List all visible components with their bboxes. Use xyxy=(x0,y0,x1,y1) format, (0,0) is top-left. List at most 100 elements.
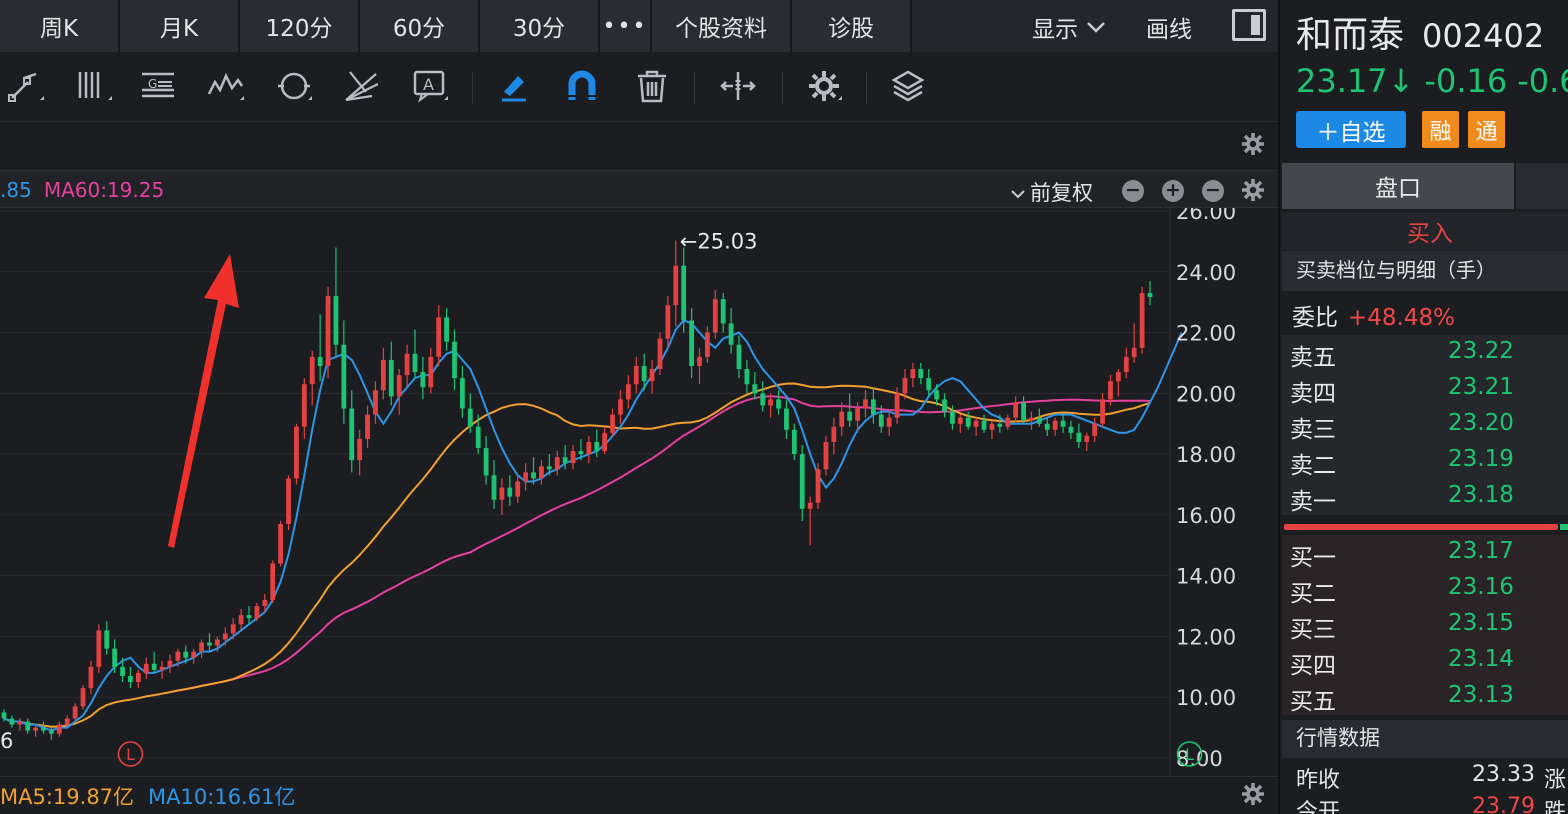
candle-body xyxy=(1147,293,1153,298)
svg-text:G: G xyxy=(148,77,157,91)
wave-icon[interactable] xyxy=(206,66,246,106)
candle-body xyxy=(926,378,932,391)
eraser-icon[interactable] xyxy=(494,66,534,106)
bid-price: 23.16 xyxy=(1448,574,1514,600)
stock-connect-badge[interactable]: 通 xyxy=(1468,111,1505,148)
candle-body xyxy=(554,457,560,470)
candle-body xyxy=(894,393,900,418)
candle-body xyxy=(507,487,513,497)
gear-icon[interactable] xyxy=(1240,131,1266,157)
tab-stock-info[interactable]: 个股资料 xyxy=(652,0,792,52)
tab-60min[interactable]: 60分 xyxy=(360,0,480,52)
ma20-value: .85 xyxy=(0,178,32,202)
limit-down-label: 跌 xyxy=(1544,800,1567,814)
display-menu[interactable]: 显示 xyxy=(1032,10,1106,44)
remove-indicator-icon[interactable]: − xyxy=(1202,180,1224,202)
candle-body xyxy=(475,426,481,449)
candle-body xyxy=(697,356,702,366)
candle-body xyxy=(333,296,339,345)
settings-icon[interactable] xyxy=(804,66,844,106)
add-watchlist-button[interactable]: ＋自选 xyxy=(1296,111,1406,148)
bid-price: 23.17 xyxy=(1448,538,1514,564)
bid-label: 买二 xyxy=(1290,581,1336,607)
stock-name: 和而泰 xyxy=(1296,15,1405,56)
candle-body xyxy=(112,648,118,667)
candle-body xyxy=(902,378,908,394)
layout-toggle-icon[interactable] xyxy=(1232,9,1266,41)
ma-values: .85 MA60:19.25 xyxy=(0,178,164,202)
move-icon[interactable] xyxy=(718,66,758,106)
candle-body xyxy=(183,651,189,658)
bid-price: 23.15 xyxy=(1448,610,1514,636)
gear-icon[interactable] xyxy=(1240,177,1266,203)
trash-icon[interactable] xyxy=(632,66,672,106)
buy-button[interactable]: 买入 xyxy=(1282,212,1568,250)
tab-order-book[interactable]: 盘口 xyxy=(1282,163,1514,209)
limit-up-label: 涨 xyxy=(1544,768,1567,793)
text-annotation-icon[interactable]: A xyxy=(410,66,450,106)
candle-body xyxy=(88,666,94,689)
stock-title: 和而泰 002402 xyxy=(1296,6,1544,58)
tab-secondary[interactable] xyxy=(1516,163,1568,209)
bid-label: 买一 xyxy=(1290,545,1336,571)
price-adjust-dropdown[interactable]: 前复权 xyxy=(1010,177,1093,207)
price-row: 23.17↓-0.16-0.69 xyxy=(1296,62,1568,100)
bid-ask-ratio-bar xyxy=(1284,524,1558,530)
zoom-out-icon[interactable]: − xyxy=(1122,180,1144,202)
margin-trading-badge[interactable]: 融 xyxy=(1422,111,1459,148)
prev-close-value: 23.33 xyxy=(1472,762,1535,787)
display-label: 显示 xyxy=(1032,17,1078,43)
vertical-lines-icon[interactable] xyxy=(74,66,114,106)
cycle-icon[interactable] xyxy=(274,66,314,106)
candle-body xyxy=(207,642,212,646)
more-periods-button[interactable]: ••• xyxy=(600,0,652,52)
candle-body xyxy=(499,487,505,500)
ask-level: 卖一 23.18 xyxy=(1282,479,1568,515)
candle-body xyxy=(214,639,220,646)
layers-icon[interactable] xyxy=(888,66,928,106)
candle-body xyxy=(301,384,307,427)
candle-body xyxy=(847,411,853,421)
tab-30min[interactable]: 30分 xyxy=(480,0,600,52)
candle-body xyxy=(1108,381,1113,400)
candle-body xyxy=(973,420,979,427)
y-tick-label: 16.00 xyxy=(1176,504,1236,528)
candle-body xyxy=(942,399,947,412)
candle-body xyxy=(151,663,157,670)
ask-price: 23.22 xyxy=(1448,338,1514,364)
open-label: 今开 xyxy=(1296,800,1341,814)
candle-body xyxy=(981,420,987,430)
text-grid-icon[interactable]: G xyxy=(138,66,178,106)
ask-price: 23.18 xyxy=(1448,482,1514,508)
gear-icon[interactable] xyxy=(1240,781,1266,807)
candle-body xyxy=(618,399,623,415)
draw-line-button[interactable]: 画线 xyxy=(1146,10,1192,44)
tab-weekly[interactable]: 周K xyxy=(0,0,120,52)
fan-icon[interactable] xyxy=(342,66,382,106)
bid-level: 买四 23.14 xyxy=(1282,643,1568,679)
candle-body xyxy=(1029,417,1034,421)
candle-body xyxy=(989,423,995,430)
candle-body xyxy=(428,356,434,388)
candle-body xyxy=(1036,417,1042,424)
svg-text:A: A xyxy=(423,75,434,94)
tab-diagnose[interactable]: 诊股 xyxy=(792,0,912,52)
candle-body xyxy=(72,706,78,719)
volume-ma-values: MA5:19.87亿 MA10:16.61亿 xyxy=(0,781,295,811)
y-tick-label: 26.00 xyxy=(1176,208,1236,224)
line-tool-icon[interactable] xyxy=(6,66,46,106)
candle-body xyxy=(791,429,797,455)
magnet-icon[interactable] xyxy=(562,66,602,106)
candle-body xyxy=(586,441,592,455)
candle-body xyxy=(9,718,15,725)
ask-price: 23.21 xyxy=(1448,374,1514,400)
candle-body xyxy=(523,472,529,482)
tab-120min[interactable]: 120分 xyxy=(240,0,360,52)
zoom-in-icon[interactable]: + xyxy=(1162,180,1184,202)
candle-body xyxy=(839,411,845,427)
candle-body xyxy=(784,408,789,430)
tab-monthly[interactable]: 月K xyxy=(120,0,240,52)
candlestick-chart[interactable]: 26.00 24.00 22.00 20.00 18.00 16.00 14.00 12.00… xyxy=(0,208,1278,776)
ask-label: 卖一 xyxy=(1290,489,1336,515)
candle-body xyxy=(562,457,568,464)
